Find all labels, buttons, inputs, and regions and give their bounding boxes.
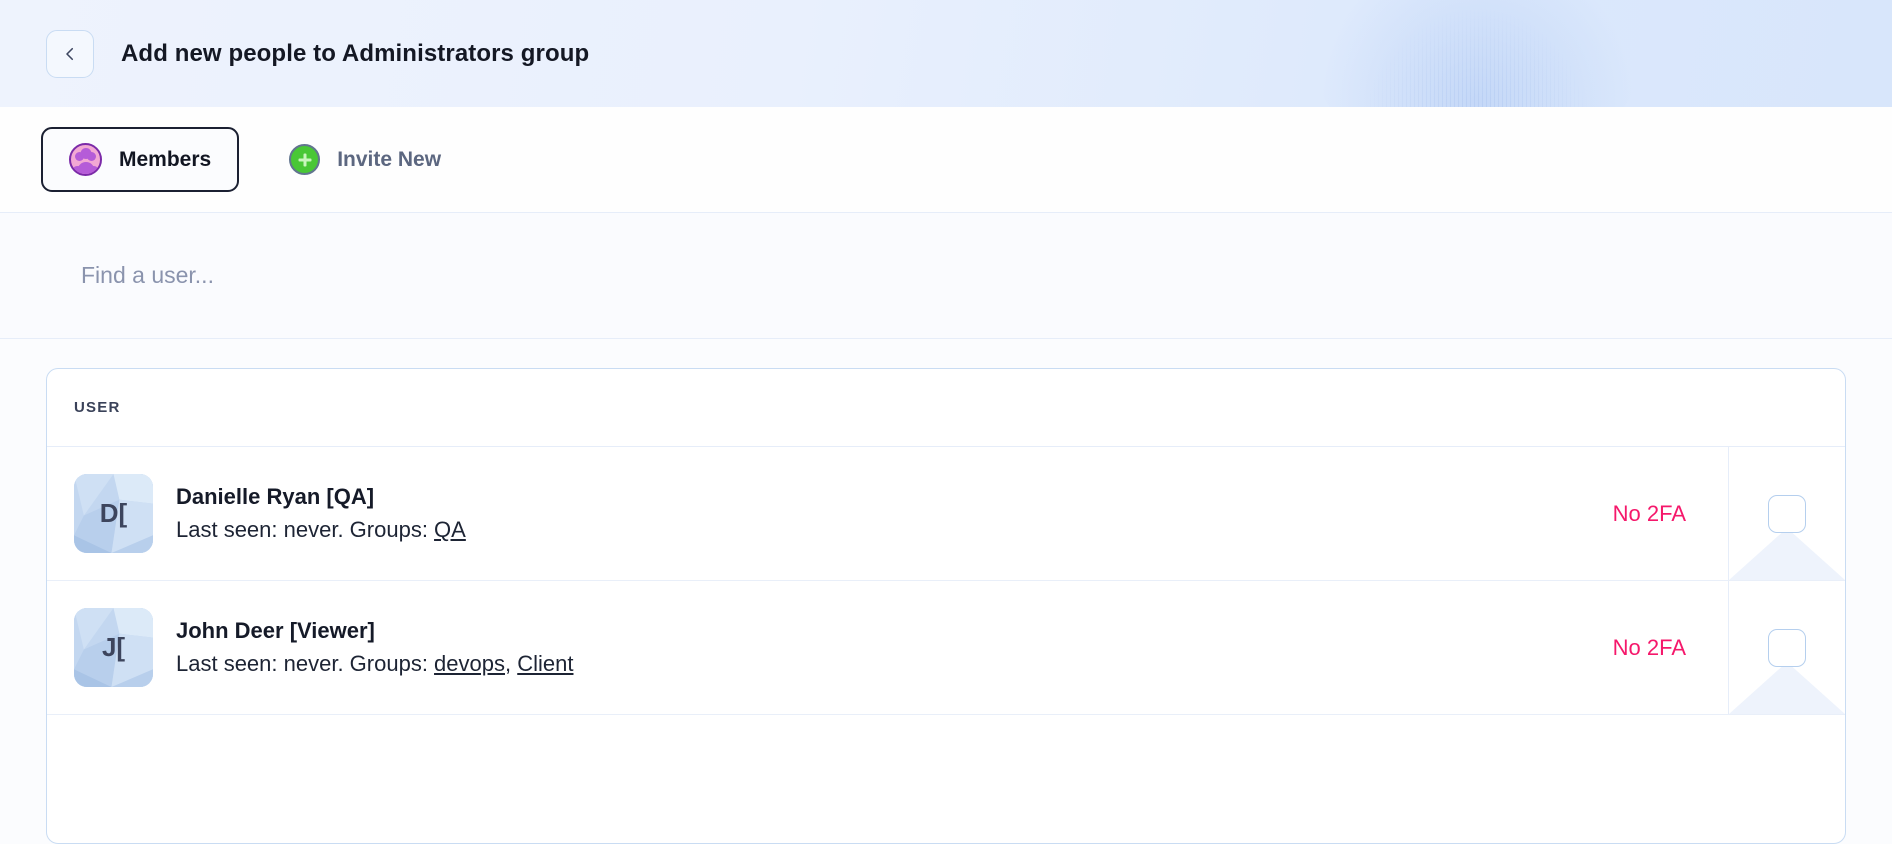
header-decoration-pattern [1362, 10, 1592, 107]
avatar-initials: D[ [99, 498, 128, 528]
twofa-cell: No 2FA [1428, 581, 1728, 714]
user-info: John Deer [Viewer] Last seen: never. Gro… [176, 618, 573, 677]
group-link[interactable]: Client [517, 651, 573, 676]
tab-bar: Members Invite New [0, 107, 1892, 213]
search-bar [0, 213, 1892, 339]
select-cell [1728, 447, 1845, 580]
tab-members[interactable]: Members [41, 127, 240, 192]
user-meta: Last seen: never. Groups: QA [176, 517, 466, 543]
members-group-icon [69, 143, 102, 176]
chevron-left-icon [66, 47, 74, 60]
table-row[interactable]: D[ Danielle Ryan [QA] Last seen: never. … [47, 447, 1845, 581]
plus-circle-icon [289, 144, 321, 175]
user-meta: Last seen: never. Groups: devops, Client [176, 651, 573, 677]
row-select-checkbox[interactable] [1768, 494, 1806, 533]
user-info: Danielle Ryan [QA] Last seen: never. Gro… [176, 484, 466, 543]
page-header: Add new people to Administrators group [0, 0, 1892, 107]
group-separator: , [505, 651, 518, 676]
status-badge: No 2FA [1612, 500, 1686, 526]
user-meta-prefix: Last seen: never. Groups: [176, 651, 435, 676]
avatar: J[ [74, 608, 153, 687]
tab-invite-new-label: Invite New [337, 147, 442, 171]
table-row[interactable]: J[ John Deer [Viewer] Last seen: never. … [47, 581, 1845, 715]
page-title: Add new people to Administrators group [121, 39, 590, 67]
user-table-card: USER D[ Danielle Ryan [QA] Last seen: ne… [46, 368, 1846, 844]
group-link[interactable]: devops [434, 651, 505, 676]
table-header-row: USER [47, 369, 1845, 447]
avatar-initials: J[ [101, 632, 126, 662]
back-button[interactable] [46, 29, 94, 78]
twofa-cell: No 2FA [1428, 447, 1728, 580]
user-cell: J[ John Deer [Viewer] Last seen: never. … [47, 581, 1428, 714]
user-cell: D[ Danielle Ryan [QA] Last seen: never. … [47, 447, 1428, 580]
header-decoration-glow [1312, 0, 1642, 107]
group-link[interactable]: QA [434, 517, 466, 542]
user-name: John Deer [Viewer] [176, 618, 375, 643]
status-badge: No 2FA [1612, 634, 1686, 660]
tab-members-label: Members [119, 147, 212, 171]
user-name: Danielle Ryan [QA] [176, 484, 375, 509]
row-select-checkbox[interactable] [1768, 628, 1806, 667]
user-meta-prefix: Last seen: never. Groups: [176, 517, 435, 542]
column-header-user: USER [74, 399, 121, 416]
tab-invite-new[interactable]: Invite New [263, 128, 467, 191]
avatar: D[ [74, 474, 153, 553]
user-table-container: USER D[ Danielle Ryan [QA] Last seen: ne… [0, 339, 1892, 844]
search-input[interactable] [81, 262, 781, 289]
select-cell [1728, 581, 1845, 714]
